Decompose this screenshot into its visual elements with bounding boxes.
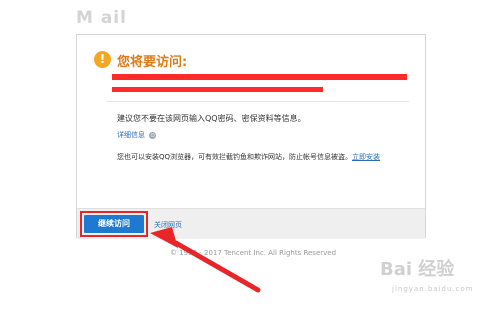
watermark-url: jingyan.baidu.com xyxy=(392,285,474,293)
watermark-logo: Bai 经验 xyxy=(380,259,455,280)
